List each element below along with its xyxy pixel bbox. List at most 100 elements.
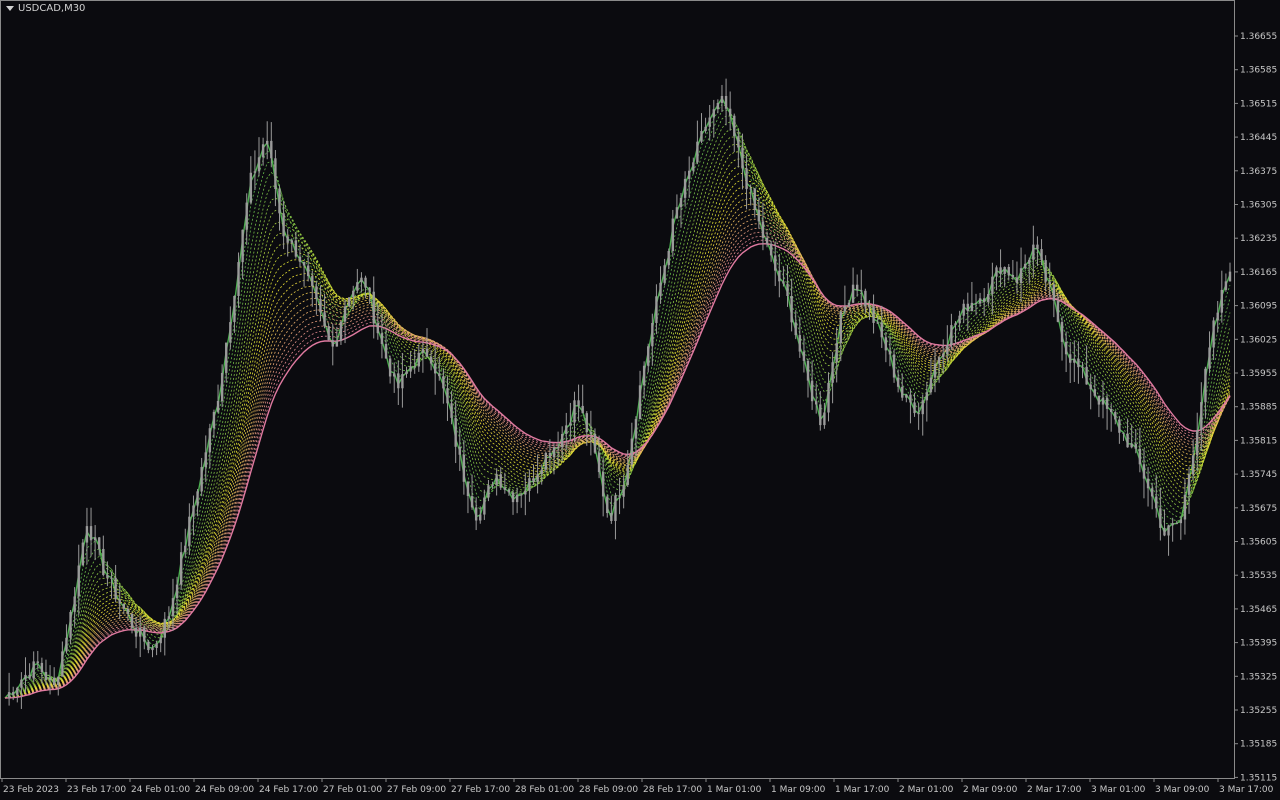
candle-body xyxy=(1155,496,1158,509)
candle-body xyxy=(450,403,453,418)
candle-body xyxy=(860,290,863,292)
candle-body xyxy=(1134,443,1137,449)
candle-body xyxy=(520,494,523,496)
x-tick-label: 27 Feb 09:00 xyxy=(387,785,446,795)
candle-body xyxy=(831,362,834,383)
candle-body xyxy=(884,337,888,351)
candle-body xyxy=(1191,455,1195,475)
candle-body xyxy=(126,608,130,614)
candle-body xyxy=(851,284,855,303)
candle-body xyxy=(589,431,593,435)
y-tick-label: 1.36375 xyxy=(1240,167,1277,177)
candle-body xyxy=(815,401,818,405)
candle-body xyxy=(356,282,359,291)
candle-body xyxy=(216,401,220,412)
candle-body xyxy=(925,392,929,401)
candle-body xyxy=(1011,274,1015,278)
x-tick-label: 28 Feb 09:00 xyxy=(579,785,638,795)
candle-body xyxy=(409,366,412,372)
candle-body xyxy=(81,542,85,566)
candle-body xyxy=(323,312,326,327)
candle-body xyxy=(843,306,847,312)
candle-body xyxy=(11,692,15,695)
x-tick-label: 27 Feb 17:00 xyxy=(451,785,510,795)
candle-body xyxy=(364,277,367,288)
candle-body xyxy=(106,575,109,579)
y-tick-label: 1.36305 xyxy=(1240,201,1277,211)
y-tick-label: 1.36095 xyxy=(1240,302,1277,312)
symbol-timeframe-label[interactable]: USDCAD,M30 xyxy=(6,3,85,14)
candle-body xyxy=(266,140,269,145)
candle-body xyxy=(638,385,642,420)
x-tick-label: 28 Feb 01:00 xyxy=(515,785,574,795)
candle-body xyxy=(798,335,802,352)
candle-body xyxy=(634,419,638,439)
candle-body xyxy=(778,270,781,282)
candle-body xyxy=(1187,474,1191,495)
price-chart[interactable]: 1.36655 1.36585 1.36515 1.36445 1.36375 1.363… xyxy=(0,0,1280,800)
candle-body xyxy=(581,405,584,414)
candle-body xyxy=(98,537,101,549)
candle-body xyxy=(1036,244,1039,250)
candle-body xyxy=(290,240,293,243)
candle-body xyxy=(1138,448,1142,465)
candle-body xyxy=(1204,368,1207,403)
candle-body xyxy=(532,478,535,482)
candle-body xyxy=(401,374,404,389)
candle-body xyxy=(1089,384,1092,390)
candle-body xyxy=(257,157,261,172)
candle-body xyxy=(319,299,322,313)
candle-body xyxy=(241,229,244,263)
candle-body xyxy=(286,236,289,243)
candle-body xyxy=(417,352,420,367)
candle-body xyxy=(774,255,777,271)
candle-body xyxy=(429,356,433,364)
candle-body xyxy=(61,651,64,677)
candle-body xyxy=(446,388,449,404)
candle-body xyxy=(1216,312,1219,321)
candle-body xyxy=(470,496,474,508)
candle-body xyxy=(69,611,72,638)
candle-body xyxy=(671,218,675,252)
candle-body xyxy=(405,371,408,375)
candle-body xyxy=(114,577,117,600)
candle-body xyxy=(659,282,662,297)
candle-body xyxy=(937,357,941,364)
candle-body xyxy=(1073,358,1076,363)
candle-body xyxy=(1048,281,1051,285)
candle-body xyxy=(1167,525,1170,536)
candle-body xyxy=(819,404,822,426)
candle-body xyxy=(466,481,470,497)
candle-body xyxy=(999,267,1002,274)
dropdown-arrow-icon[interactable] xyxy=(6,6,14,11)
candle-body xyxy=(479,514,482,521)
candle-body xyxy=(483,497,486,515)
candle-body xyxy=(1044,260,1047,282)
candle-body xyxy=(413,366,416,368)
candle-body xyxy=(1142,464,1146,479)
x-tick-label: 27 Feb 01:00 xyxy=(323,785,382,795)
y-tick-label: 1.35815 xyxy=(1240,436,1277,446)
candle-body xyxy=(1101,397,1105,405)
candle-body xyxy=(1019,268,1023,284)
candle-body xyxy=(712,109,715,118)
candle-body xyxy=(864,290,867,307)
candle-body xyxy=(597,452,601,473)
candle-body xyxy=(905,394,908,398)
y-tick-label: 1.35115 xyxy=(1240,773,1277,783)
candle-body xyxy=(1159,508,1162,528)
candle-body xyxy=(48,677,52,681)
y-tick-label: 1.35745 xyxy=(1240,470,1277,480)
candle-body xyxy=(978,298,982,304)
candle-body xyxy=(380,333,384,344)
x-tick-label: 1 Mar 09:00 xyxy=(771,785,826,795)
candle-body xyxy=(610,513,613,522)
candle-body xyxy=(741,147,744,169)
candle-body xyxy=(24,674,27,680)
candle-body xyxy=(368,287,371,292)
x-tick-label: 1 Mar 01:00 xyxy=(707,785,762,795)
y-tick-label: 1.36445 xyxy=(1240,133,1277,143)
candle-body xyxy=(118,599,121,604)
y-tick-label: 1.35535 xyxy=(1240,571,1277,581)
y-tick-label: 1.35955 xyxy=(1240,369,1277,379)
